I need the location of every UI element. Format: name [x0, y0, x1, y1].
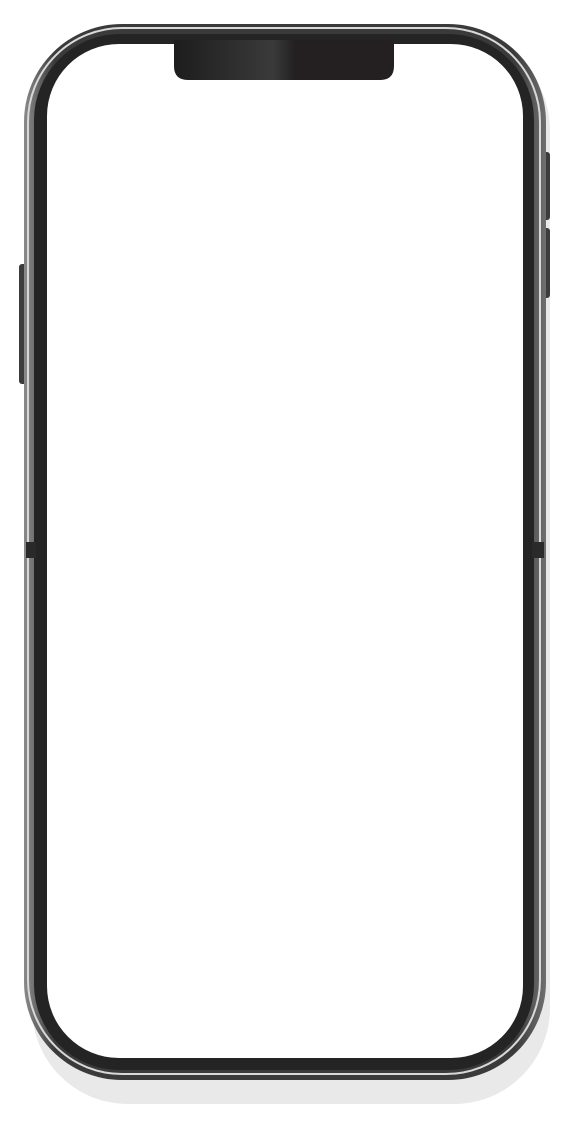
- phone-mockup-canvas: [0, 0, 571, 1134]
- device-notch: [174, 40, 394, 80]
- antenna-band-right: [532, 542, 544, 558]
- antenna-band-left: [26, 542, 36, 558]
- device-screen: [47, 44, 523, 1058]
- phone-mockup: [19, 24, 550, 1104]
